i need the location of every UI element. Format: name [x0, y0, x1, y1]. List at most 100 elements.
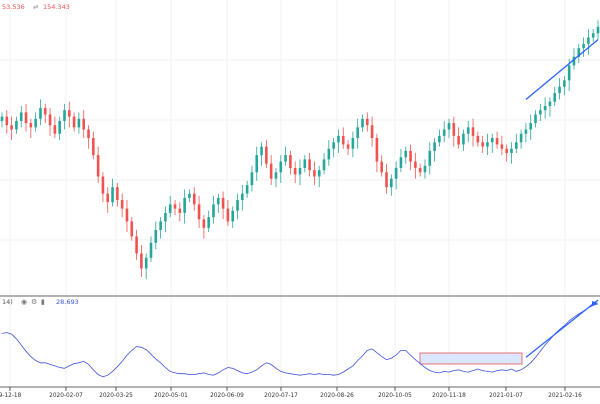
candle-body [447, 123, 451, 130]
visibility-icon[interactable]: ◉ [21, 298, 27, 306]
candle [514, 133, 518, 153]
candle-body [591, 33, 595, 38]
candle [404, 146, 408, 164]
time-axis-label: 2020-07-17 [264, 393, 298, 399]
candle [442, 120, 446, 143]
candle [236, 193, 239, 220]
candle-body [303, 159, 307, 168]
candle-body [466, 127, 470, 134]
candle-body [428, 150, 432, 166]
candle-body [308, 159, 311, 171]
candle [303, 155, 307, 173]
candle [543, 97, 547, 119]
candle-body [144, 257, 148, 269]
candle [486, 133, 489, 156]
candle [178, 202, 182, 222]
candle-body [524, 129, 528, 134]
candle-body [106, 193, 110, 203]
candle-body [111, 187, 114, 203]
candle [63, 103, 66, 130]
trading-chart[interactable]: 9-12-18 2020-02-07 2020-03-25 2020-05-01 202… [0, 0, 600, 400]
candle [447, 118, 451, 139]
time-axis-label: 2020-10-05 [378, 393, 412, 399]
candle [231, 206, 235, 228]
candle-body [433, 142, 436, 151]
candle [361, 114, 364, 132]
candle-body [539, 110, 542, 115]
candle-body [313, 170, 316, 177]
header-value: 154.343 [43, 3, 70, 11]
candle-body [24, 112, 28, 124]
candle-body [365, 118, 369, 126]
candle-body [173, 204, 177, 209]
candle-body [188, 193, 191, 198]
candle-body [553, 93, 557, 102]
candle-body [438, 135, 441, 143]
candle-body [29, 123, 33, 128]
candle [327, 140, 331, 166]
candle-body [212, 204, 215, 218]
candle-body [476, 135, 480, 143]
candle-body [216, 197, 220, 205]
candle [144, 253, 148, 280]
candle [390, 174, 393, 196]
candle-body [543, 105, 547, 111]
candle [188, 189, 191, 203]
candle [106, 187, 110, 213]
candle [476, 131, 480, 147]
candle-body [63, 110, 66, 121]
candle [87, 125, 90, 149]
candle-body [0, 116, 4, 121]
price-trendline[interactable] [525, 39, 599, 101]
indicator-trendline[interactable] [525, 299, 599, 358]
candle [250, 165, 254, 192]
candle-body [462, 133, 465, 145]
candle [462, 129, 465, 151]
time-axis-label: 9-12-18 [0, 393, 22, 399]
candle-body [356, 127, 359, 139]
candle [183, 189, 186, 224]
candle-body [558, 86, 561, 94]
candle-body [293, 167, 297, 175]
candle-body [375, 138, 379, 162]
candle [481, 135, 484, 153]
candle [101, 172, 105, 203]
candle [313, 161, 316, 186]
candle [356, 118, 359, 149]
candle [221, 191, 225, 220]
candle [346, 140, 350, 156]
candle-body [514, 142, 518, 149]
candle [490, 133, 494, 153]
time-axis-label: 2020-05-01 [154, 393, 188, 399]
candle [130, 217, 134, 241]
candle [341, 127, 345, 149]
settings-gear-icon[interactable]: ⚙ [31, 298, 37, 306]
candle-body [418, 167, 422, 173]
candle [495, 131, 499, 149]
candle [591, 28, 595, 42]
candle-body [236, 200, 239, 211]
candle-body [500, 144, 504, 149]
candle-body [130, 221, 134, 237]
candle [82, 110, 86, 139]
candle-body [529, 123, 533, 130]
candle [140, 244, 143, 278]
indicator-line [1, 303, 599, 378]
candle-body [289, 155, 292, 168]
candle-body [452, 123, 456, 136]
candle-body [279, 161, 283, 173]
delete-icon[interactable]: ▮ [41, 298, 45, 306]
candle [260, 142, 263, 166]
candle-body [567, 65, 571, 81]
candle [135, 229, 138, 260]
candle-body [87, 129, 90, 139]
candle-body [207, 217, 210, 228]
candle-body [149, 242, 153, 258]
candle-body [140, 253, 143, 269]
candle [471, 118, 475, 147]
candle [385, 163, 388, 194]
candle [582, 37, 585, 57]
candle-body [317, 170, 321, 177]
chart-canvas[interactable]: 9-12-18 2020-02-07 2020-03-25 2020-05-01 202… [0, 0, 600, 400]
highlight-range-box[interactable] [419, 352, 523, 365]
